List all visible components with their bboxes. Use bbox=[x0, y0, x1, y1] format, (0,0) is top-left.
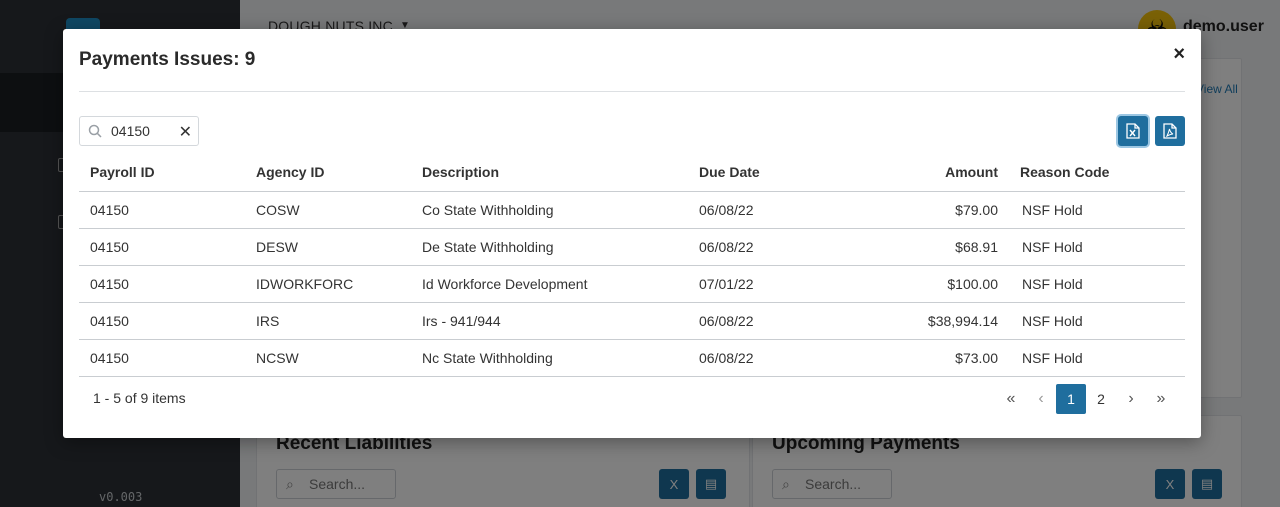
cell-payroll-id: 04150 bbox=[79, 191, 245, 229]
cell-agency-id: NCSW bbox=[245, 339, 411, 377]
cell-payroll-id: 04150 bbox=[79, 228, 245, 266]
pdf-export-button[interactable] bbox=[1155, 116, 1185, 146]
close-icon[interactable]: × bbox=[1173, 43, 1185, 66]
cell-description: Irs - 941/944 bbox=[411, 302, 688, 340]
table-row[interactable]: 04150 COSW Co State Withholding 06/08/22… bbox=[79, 191, 1185, 229]
excel-file-icon bbox=[1126, 123, 1140, 139]
cell-due-date: 07/01/22 bbox=[688, 265, 788, 303]
cell-reason-code: NSF Hold bbox=[1009, 339, 1185, 377]
cell-description: Co State Withholding bbox=[411, 191, 688, 229]
table-row[interactable]: 04150 IRS Irs - 941/944 06/08/22 $38,994… bbox=[79, 302, 1185, 340]
cell-due-date: 06/08/22 bbox=[688, 302, 788, 340]
cell-agency-id: IDWORKFORC bbox=[245, 265, 411, 303]
cell-payroll-id: 04150 bbox=[79, 265, 245, 303]
pdf-file-icon bbox=[1163, 123, 1177, 139]
cell-due-date: 06/08/22 bbox=[688, 191, 788, 229]
excel-export-button[interactable] bbox=[1118, 116, 1148, 146]
cell-reason-code: NSF Hold bbox=[1009, 265, 1185, 303]
cell-agency-id: COSW bbox=[245, 191, 411, 229]
cell-amount: $79.00 bbox=[788, 191, 1009, 229]
table-row[interactable]: 04150 DESW De State Withholding 06/08/22… bbox=[79, 228, 1185, 266]
column-header-agency-id[interactable]: Agency ID bbox=[245, 153, 411, 192]
divider bbox=[79, 91, 1185, 92]
column-header-reason-code[interactable]: Reason Code bbox=[1009, 153, 1185, 192]
modal-title: Payments Issues: 9 bbox=[79, 49, 256, 70]
payments-issues-modal: Payments Issues: 9 × ✕ Payroll ID Agency… bbox=[63, 29, 1201, 438]
column-header-amount[interactable]: Amount bbox=[788, 153, 1009, 192]
cell-description: De State Withholding bbox=[411, 228, 688, 266]
table-row[interactable]: 04150 IDWORKFORC Id Workforce Developmen… bbox=[79, 265, 1185, 303]
cell-payroll-id: 04150 bbox=[79, 339, 245, 377]
first-page-icon[interactable]: « bbox=[996, 384, 1026, 414]
page-button-1[interactable]: 1 bbox=[1056, 384, 1086, 414]
last-page-icon[interactable]: » bbox=[1146, 384, 1176, 414]
cell-reason-code: NSF Hold bbox=[1009, 191, 1185, 229]
cell-due-date: 06/08/22 bbox=[688, 339, 788, 377]
next-page-icon[interactable]: › bbox=[1116, 384, 1146, 414]
cell-due-date: 06/08/22 bbox=[688, 228, 788, 266]
cell-agency-id: DESW bbox=[245, 228, 411, 266]
cell-amount: $73.00 bbox=[788, 339, 1009, 377]
pager: « ‹ 1 2 › » bbox=[996, 384, 1176, 414]
cell-amount: $68.91 bbox=[788, 228, 1009, 266]
table-row[interactable]: 04150 NCSW Nc State Withholding 06/08/22… bbox=[79, 339, 1185, 377]
previous-page-icon[interactable]: ‹ bbox=[1026, 384, 1056, 414]
clear-search-icon[interactable]: ✕ bbox=[179, 122, 192, 142]
search-input[interactable] bbox=[108, 118, 178, 144]
pager-info: 1 - 5 of 9 items bbox=[93, 390, 186, 406]
cell-amount: $100.00 bbox=[788, 265, 1009, 303]
cell-reason-code: NSF Hold bbox=[1009, 302, 1185, 340]
search-icon bbox=[88, 124, 102, 138]
search-box[interactable]: ✕ bbox=[79, 116, 199, 146]
cell-amount: $38,994.14 bbox=[788, 302, 1009, 340]
column-header-description[interactable]: Description bbox=[411, 153, 688, 192]
cell-agency-id: IRS bbox=[245, 302, 411, 340]
cell-payroll-id: 04150 bbox=[79, 302, 245, 340]
cell-reason-code: NSF Hold bbox=[1009, 228, 1185, 266]
column-header-due-date[interactable]: Due Date bbox=[688, 153, 788, 192]
page-button-2[interactable]: 2 bbox=[1086, 384, 1116, 414]
column-header-payroll-id[interactable]: Payroll ID bbox=[79, 153, 245, 192]
table-header-row: Payroll ID Agency ID Description Due Dat… bbox=[79, 153, 1185, 192]
cell-description: Nc State Withholding bbox=[411, 339, 688, 377]
payments-issues-table: Payroll ID Agency ID Description Due Dat… bbox=[79, 153, 1185, 377]
cell-description: Id Workforce Development bbox=[411, 265, 688, 303]
